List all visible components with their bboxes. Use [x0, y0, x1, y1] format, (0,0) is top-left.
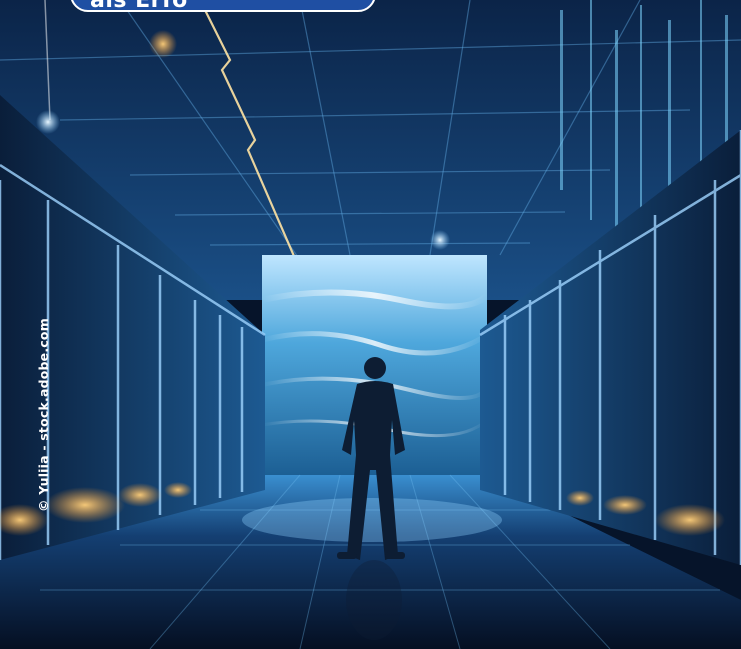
floor-reflection	[242, 498, 502, 542]
data-center-photo	[0, 0, 741, 649]
ceiling-light	[149, 30, 177, 58]
photo-credit: © Yuliia - stock.adobe.com	[36, 318, 51, 512]
title-banner-text: als Erfo	[90, 0, 188, 10]
title-banner: als Erfo	[70, 0, 376, 12]
